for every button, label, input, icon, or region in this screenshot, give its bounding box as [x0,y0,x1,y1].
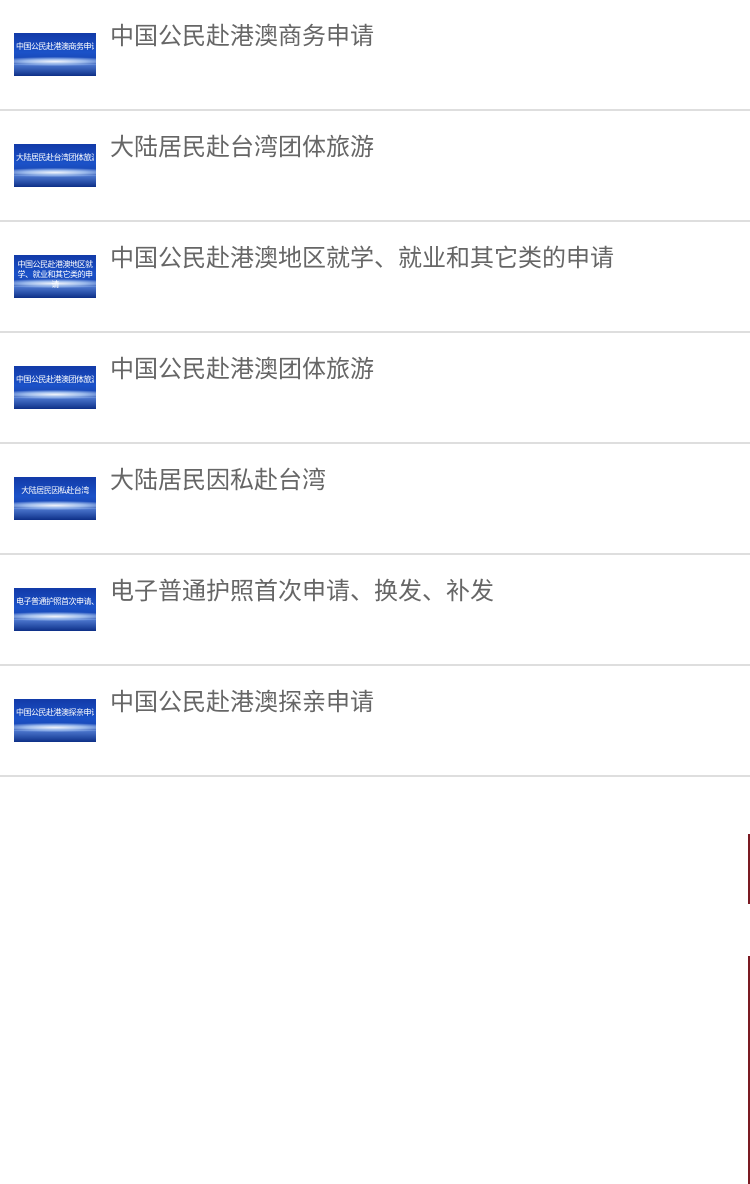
thumbnail-highlight [14,390,96,399]
banner-thumbnail: 中国公民赴港澳探亲申请 [14,699,96,742]
thumbnail-highlight [14,723,96,732]
list-item[interactable]: 中国公民赴港澳探亲申请 中国公民赴港澳探亲申请 [0,666,750,777]
thumbnail-highlight [14,501,96,510]
list-item[interactable]: 大陆居民赴台湾团体旅游 大陆居民赴台湾团体旅游 [0,111,750,222]
list-item[interactable]: 电子普通护照首次申请、换发、补发 电子普通护照首次申请、换发、补发 [0,555,750,666]
thumbnail-caption: 大陆居民因私赴台湾 [21,486,89,495]
banner-thumbnail: 大陆居民因私赴台湾 [14,477,96,520]
banner-thumbnail: 中国公民赴港澳商务申请 [14,33,96,76]
thumbnail-highlight [14,612,96,621]
list-item[interactable]: 中国公民赴港澳团体旅游 中国公民赴港澳团体旅游 [0,333,750,444]
banner-thumbnail: 电子普通护照首次申请、换发、补发 [14,588,96,631]
banner-thumbnail: 中国公民赴港澳团体旅游 [14,366,96,409]
list-item-title: 中国公民赴港澳团体旅游 [110,355,374,383]
thumbnail-caption: 中国公民赴港澳地区就学、就业和其它类的申请 [17,260,94,289]
thumbnail-caption: 大陆居民赴台湾团体旅游 [16,153,94,162]
list-item[interactable]: 中国公民赴港澳商务申请 中国公民赴港澳商务申请 [0,0,750,111]
list-item[interactable]: 大陆居民因私赴台湾 大陆居民因私赴台湾 [0,444,750,555]
thumbnail-caption: 中国公民赴港澳团体旅游 [16,375,94,384]
service-list: 中国公民赴港澳商务申请 中国公民赴港澳商务申请 大陆居民赴台湾团体旅游 大陆居民… [0,0,750,777]
thumbnail-caption: 中国公民赴港澳商务申请 [16,42,94,51]
list-item-title: 大陆居民因私赴台湾 [110,466,326,494]
banner-thumbnail: 中国公民赴港澳地区就学、就业和其它类的申请 [14,255,96,298]
thumbnail-highlight [14,168,96,177]
list-item[interactable]: 中国公民赴港澳地区就学、就业和其它类的申请 中国公民赴港澳地区就学、就业和其它类… [0,222,750,333]
list-item-title: 中国公民赴港澳探亲申请 [110,688,374,716]
thumbnail-caption: 中国公民赴港澳探亲申请 [16,708,94,717]
list-item-title: 电子普通护照首次申请、换发、补发 [110,577,494,605]
banner-thumbnail: 大陆居民赴台湾团体旅游 [14,144,96,187]
thumbnail-highlight [14,57,96,66]
list-item-title: 中国公民赴港澳商务申请 [110,22,374,50]
list-item-title: 中国公民赴港澳地区就学、就业和其它类的申请 [110,244,614,272]
list-item-title: 大陆居民赴台湾团体旅游 [110,133,374,161]
thumbnail-caption: 电子普通护照首次申请、换发、补发 [16,597,94,606]
